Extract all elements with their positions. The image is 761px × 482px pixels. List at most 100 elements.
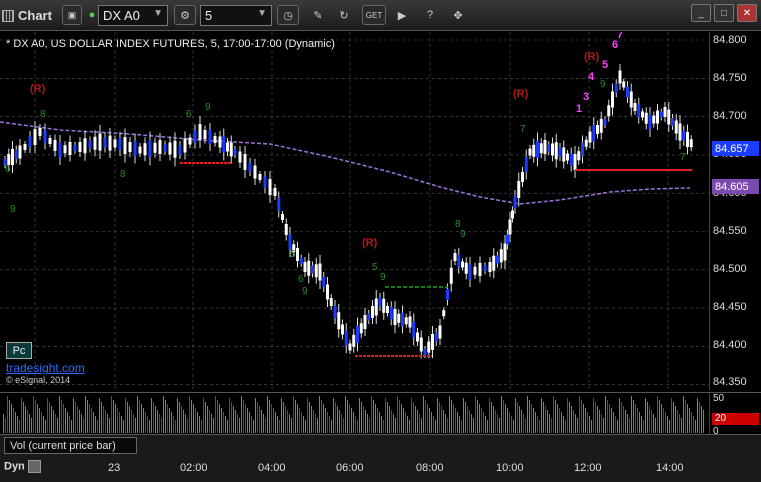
play-icon[interactable]: ▶	[392, 5, 412, 25]
volume-bar	[145, 412, 146, 433]
volume-bar	[341, 414, 342, 433]
volume-bar	[409, 420, 410, 433]
volume-bar	[197, 412, 198, 433]
countdown-number: 7	[680, 152, 686, 163]
volume-bar	[659, 400, 660, 433]
volume-bar	[681, 418, 682, 433]
candle-body	[98, 133, 102, 151]
volume-bar	[209, 410, 210, 433]
volume-bar	[563, 416, 564, 433]
volume-bar	[443, 410, 444, 433]
chevron-down-icon[interactable]: ▼	[153, 8, 163, 19]
candle-body	[461, 261, 464, 268]
tradesight-link[interactable]: tradesight.com	[6, 361, 85, 375]
volume-bar	[635, 404, 636, 433]
candle-body	[113, 139, 117, 148]
volume-bar	[651, 410, 652, 433]
volume-bar	[7, 396, 8, 433]
volume-bar	[223, 412, 224, 433]
volume-bar	[201, 420, 202, 433]
volume-bar	[233, 406, 234, 433]
refresh-icon[interactable]: ↻	[334, 5, 354, 25]
volume-bar	[645, 398, 646, 433]
get-data-icon[interactable]: GET	[362, 5, 386, 25]
dyn-label-text: Dyn	[4, 460, 25, 473]
volume-bar	[187, 418, 188, 433]
candle-body	[513, 196, 517, 208]
volume-bar	[101, 402, 102, 433]
candle-body	[138, 146, 142, 154]
volume-bar	[453, 404, 454, 433]
volume-bar	[353, 412, 354, 433]
candle-body	[626, 86, 629, 98]
dyn-label[interactable]: Dyn	[4, 460, 41, 473]
volume-pane[interactable]	[0, 392, 709, 435]
minimize-icon[interactable]: _	[691, 4, 711, 22]
maximize-icon[interactable]: □	[714, 4, 734, 22]
tools-icon[interactable]: ✥	[448, 5, 468, 25]
volume-bar	[381, 416, 382, 433]
pc-button[interactable]: Pc	[6, 342, 32, 359]
candle-body	[208, 130, 212, 144]
volume-bar	[665, 412, 666, 433]
volume-bar	[395, 418, 396, 433]
candle-body	[671, 118, 674, 126]
volume-bar	[333, 398, 334, 433]
volume-bar	[227, 420, 228, 433]
candle-body	[503, 243, 507, 261]
volume-bar	[85, 396, 86, 433]
volume-bar	[639, 412, 640, 433]
candle-body	[352, 334, 356, 347]
candle-body	[492, 255, 496, 271]
lock-icon[interactable]	[27, 460, 41, 473]
symbol-value: DX A0	[103, 8, 140, 23]
volume-bar	[273, 408, 274, 433]
volume-bar	[141, 404, 142, 433]
price-chart-area[interactable]: (R) (R) (R) (R) 1 3 4 5 6 7 6 9 8 6 9 8 5 6 9 5 9 8 9 7 9 7	[0, 29, 709, 390]
volume-bar	[283, 402, 284, 433]
candle-body	[473, 266, 477, 275]
candle-body	[412, 321, 416, 338]
volume-bar	[151, 398, 152, 433]
candle-body	[434, 332, 438, 342]
volume-bar	[113, 400, 114, 433]
volume-bar	[541, 398, 542, 433]
link-icon[interactable]: ▣	[62, 5, 82, 25]
chevron-down-icon[interactable]: ▼	[257, 8, 267, 19]
countdown-number: 6	[5, 164, 11, 175]
settings-gear-icon[interactable]: ⚙	[174, 5, 196, 25]
price-tick-label: 84.400	[713, 339, 747, 351]
volume-bar	[67, 412, 68, 433]
volume-bar	[525, 418, 526, 433]
volume-bar	[307, 398, 308, 433]
volume-bar	[611, 408, 612, 433]
candle-body	[457, 254, 461, 268]
setup-marker: 4	[588, 71, 595, 83]
price-scale[interactable]	[709, 32, 761, 390]
volume-bar	[269, 400, 270, 433]
volume-bar	[319, 396, 320, 433]
volume-bar	[467, 406, 468, 433]
help-icon[interactable]: ?	[420, 5, 440, 25]
volume-bar	[207, 406, 208, 433]
symbol-input[interactable]: DX A0 ▼	[98, 5, 168, 26]
volume-bar	[527, 396, 528, 433]
volume-bar	[433, 416, 434, 433]
draw-pencil-icon[interactable]: ✎	[308, 5, 328, 25]
volume-bar	[669, 420, 670, 433]
candle-body	[427, 341, 431, 353]
close-icon[interactable]: ✕	[737, 4, 757, 22]
volume-bar	[55, 414, 56, 433]
volume-bar	[507, 408, 508, 433]
volume-bar	[247, 408, 248, 433]
time-tick-label: 08:00	[416, 462, 444, 474]
volume-bar	[79, 410, 80, 433]
volume-bar	[597, 406, 598, 433]
volume-bar	[203, 398, 204, 433]
volume-bar	[111, 396, 112, 433]
volume-study-title[interactable]: Vol (current price bar)	[4, 437, 137, 454]
volume-bar	[45, 420, 46, 433]
clock-icon[interactable]: ◷	[277, 5, 299, 25]
interval-input[interactable]: 5 ▼	[200, 5, 272, 26]
chart-window-title: Chart	[2, 5, 52, 26]
